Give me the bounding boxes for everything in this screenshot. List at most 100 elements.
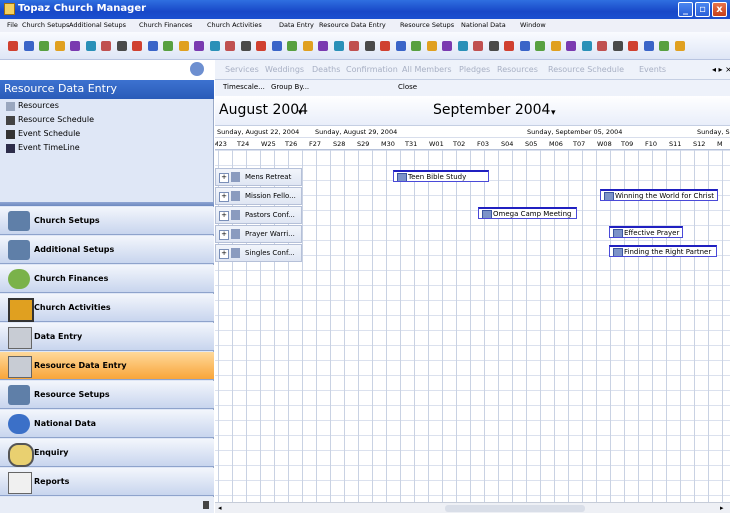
menu-church-finances[interactable]: Church Finances (139, 21, 192, 29)
toolbar-button-icon[interactable] (488, 41, 499, 51)
nav-additional-setups[interactable]: Additional Setups (0, 236, 214, 264)
scroll-right-icon[interactable]: ▸ (720, 504, 724, 512)
scrollbar-thumb[interactable] (445, 505, 585, 512)
menu-resource-data-entry[interactable]: Resource Data Entry (319, 21, 386, 29)
toolbar-button-icon[interactable] (8, 41, 18, 51)
tab-confirmation[interactable]: Confirmation (346, 65, 398, 74)
toolbar-button-icon[interactable] (674, 41, 685, 51)
month-september[interactable]: September 2004 (433, 102, 550, 118)
toolbar-button-icon[interactable] (163, 41, 173, 51)
horizontal-scrollbar[interactable]: ◂ ▸ (215, 502, 730, 513)
toolbar-button-icon[interactable] (519, 41, 530, 51)
toolbar-button-icon[interactable] (256, 41, 266, 51)
nav-reports[interactable]: Reports (0, 468, 214, 496)
resource-row[interactable]: + Prayer Warri... (215, 225, 302, 243)
tab-resources[interactable]: Resources (497, 65, 538, 74)
resource-row[interactable]: + Pastors Conf... (215, 206, 302, 224)
toolbar-button-icon[interactable] (54, 41, 65, 51)
close-view-button[interactable]: Close (398, 83, 417, 91)
toolbar-button-icon[interactable] (333, 41, 344, 51)
toolbar-button-icon[interactable] (70, 41, 80, 51)
month-august[interactable]: August 2004 (219, 102, 308, 118)
tab-pledges[interactable]: Pledges (459, 65, 490, 74)
month-dropdown-icon[interactable]: ▾ (298, 108, 303, 118)
toolbar-button-icon[interactable] (287, 41, 297, 51)
tab-events[interactable]: Events (639, 65, 666, 74)
resource-row[interactable]: + Singles Conf... (215, 244, 302, 262)
month-dropdown-icon[interactable]: ▾ (551, 108, 556, 118)
close-button[interactable]: x (712, 2, 727, 17)
toolbar-button-icon[interactable] (473, 41, 483, 51)
toolbar-button-icon[interactable] (395, 41, 406, 51)
nav-enquiry[interactable]: Enquiry (0, 439, 214, 467)
menu-resource-setups[interactable]: Resource Setups (400, 21, 454, 29)
toolbar-button-icon[interactable] (426, 41, 437, 51)
toolbar-button-icon[interactable] (535, 41, 545, 51)
pane-splitter[interactable] (0, 202, 214, 206)
nav-church-finances[interactable]: Church Finances (0, 265, 214, 293)
event-item[interactable]: Winning the World for Christ (600, 189, 718, 201)
toolbar-button-icon[interactable] (132, 41, 142, 51)
tab-resource-schedule[interactable]: Resource Schedule (548, 65, 624, 74)
tab-services[interactable]: Services (225, 65, 259, 74)
minimize-button[interactable]: _ (678, 2, 693, 17)
toolbar-button-icon[interactable] (442, 41, 452, 51)
toolbar-button-icon[interactable] (23, 41, 34, 51)
nav-resource-data-entry[interactable]: Resource Data Entry (0, 352, 214, 380)
event-item[interactable]: Omega Camp Meeting (478, 207, 577, 219)
nav-resource-setups[interactable]: Resource Setups (0, 381, 214, 409)
group-by-button[interactable]: Group By... (271, 83, 309, 91)
tab-all-members[interactable]: All Members (402, 65, 452, 74)
refresh-icon[interactable] (190, 62, 204, 76)
tab-deaths[interactable]: Deaths (312, 65, 340, 74)
nav-church-activities[interactable]: Church Activities (0, 294, 214, 322)
toolbar-button-icon[interactable] (240, 41, 251, 51)
configure-buttons-icon[interactable] (203, 501, 209, 509)
maximize-button[interactable]: ▫ (695, 2, 710, 17)
expand-icon[interactable]: + (219, 249, 229, 259)
menu-data-entry[interactable]: Data Entry (279, 21, 314, 29)
toolbar-button-icon[interactable] (209, 41, 220, 51)
nav-church-setups[interactable]: Church Setups (0, 207, 214, 235)
toolbar-button-icon[interactable] (380, 41, 390, 51)
resource-row[interactable]: + Mens Retreat (215, 168, 302, 186)
tab-weddings[interactable]: Weddings (265, 65, 304, 74)
toolbar-button-icon[interactable] (659, 41, 669, 51)
toolbar-button-icon[interactable] (101, 41, 111, 51)
toolbar-button-icon[interactable] (457, 41, 468, 51)
menu-national-data[interactable]: National Data (461, 21, 506, 29)
toolbar-button-icon[interactable] (411, 41, 421, 51)
toolbar-button-icon[interactable] (597, 41, 607, 51)
expand-icon[interactable]: + (219, 192, 229, 202)
menu-window[interactable]: Window (520, 21, 546, 29)
toolbar-button-icon[interactable] (116, 41, 127, 51)
timescale-button[interactable]: Timescale... (223, 83, 265, 91)
toolbar-button-icon[interactable] (225, 41, 235, 51)
toolbar-button-icon[interactable] (550, 41, 561, 51)
toolbar-button-icon[interactable] (147, 41, 158, 51)
nav-national-data[interactable]: National Data (0, 410, 214, 438)
toolbar-button-icon[interactable] (178, 41, 189, 51)
event-item[interactable]: Effective Prayer (609, 226, 683, 238)
toolbar-button-icon[interactable] (194, 41, 204, 51)
event-item[interactable]: Teen Bible Study (393, 170, 489, 182)
toolbar-button-icon[interactable] (612, 41, 623, 51)
toolbar-button-icon[interactable] (318, 41, 328, 51)
toolbar-button-icon[interactable] (85, 41, 96, 51)
toolbar-button-icon[interactable] (581, 41, 592, 51)
expand-icon[interactable]: + (219, 173, 229, 183)
toolbar-button-icon[interactable] (364, 41, 375, 51)
toolbar-button-icon[interactable] (504, 41, 514, 51)
toolbar-button-icon[interactable] (643, 41, 654, 51)
toolbar-button-icon[interactable] (271, 41, 282, 51)
menu-file[interactable]: File (7, 21, 18, 29)
expand-icon[interactable]: + (219, 230, 229, 240)
menu-church-activities[interactable]: Church Activities (207, 21, 262, 29)
toolbar-button-icon[interactable] (628, 41, 638, 51)
tab-scroll-arrows-icon[interactable]: ◂ ▸ × (712, 65, 730, 74)
toolbar-button-icon[interactable] (349, 41, 359, 51)
toolbar-button-icon[interactable] (566, 41, 576, 51)
menu-additional-setups[interactable]: Additional Setups (69, 21, 126, 29)
toolbar-button-icon[interactable] (302, 41, 313, 51)
nav-data-entry[interactable]: Data Entry (0, 323, 214, 351)
